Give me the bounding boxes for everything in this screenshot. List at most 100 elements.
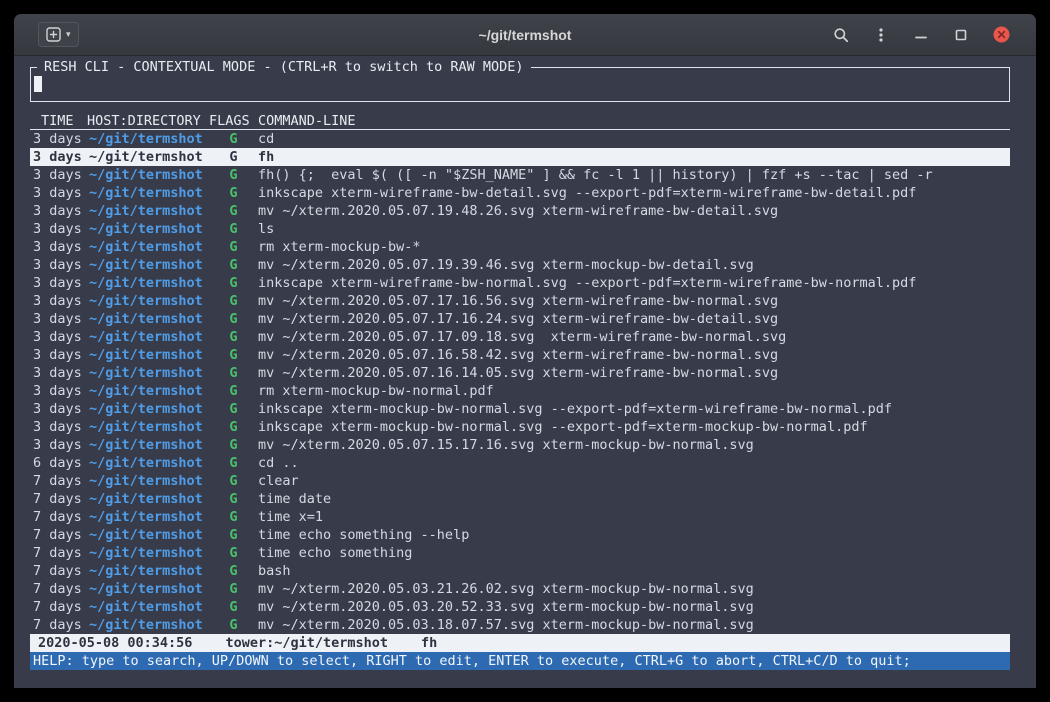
history-host: ~/git/termshot — [87, 490, 209, 508]
history-flags: G — [209, 166, 258, 184]
history-row[interactable]: 7 days~/git/termshotGtime x=1 — [30, 508, 1010, 526]
history-time: 3 days — [30, 292, 87, 310]
history-row[interactable]: 3 days~/git/termshotGinkscape xterm-wire… — [30, 274, 1010, 292]
history-row[interactable]: 3 days~/git/termshotGls — [30, 220, 1010, 238]
new-tab-button[interactable]: ▾ — [38, 22, 79, 47]
history-flags: G — [209, 580, 258, 598]
history-host: ~/git/termshot — [87, 346, 209, 364]
history-host: ~/git/termshot — [87, 580, 209, 598]
history-flags: G — [209, 454, 258, 472]
history-row[interactable]: 3 days~/git/termshotGinkscape xterm-mock… — [30, 400, 1010, 418]
history-flags: G — [209, 364, 258, 382]
status-bar: 2020-05-08 00:34:56tower:~/git/termshotf… — [30, 634, 1010, 652]
history-time: 3 days — [30, 202, 87, 220]
history-cmd: time x=1 — [258, 508, 1010, 526]
history-row[interactable]: 3 days~/git/termshotGcd — [30, 130, 1010, 148]
history-host: ~/git/termshot — [87, 364, 209, 382]
history-cmd: mv ~/xterm.2020.05.03.20.52.33.svg xterm… — [258, 598, 1010, 616]
history-row-selected[interactable]: 3 days~/git/termshotGfh — [30, 148, 1010, 166]
history-row[interactable]: 3 days~/git/termshotGmv ~/xterm.2020.05.… — [30, 292, 1010, 310]
history-time: 7 days — [30, 562, 87, 580]
history-cmd: mv ~/xterm.2020.05.07.15.17.16.svg xterm… — [258, 436, 1010, 454]
history-row[interactable]: 3 days~/git/termshotGfh() {; eval $( ([ … — [30, 166, 1010, 184]
history-row[interactable]: 7 days~/git/termshotGmv ~/xterm.2020.05.… — [30, 580, 1010, 598]
history-host: ~/git/termshot — [87, 274, 209, 292]
history-cmd: mv ~/xterm.2020.05.03.18.07.57.svg xterm… — [258, 616, 1010, 634]
search-input[interactable]: RESH CLI - CONTEXTUAL MODE - (CTRL+R to … — [30, 67, 1010, 102]
history-row[interactable]: 7 days~/git/termshotGmv ~/xterm.2020.05.… — [30, 598, 1010, 616]
history-host: ~/git/termshot — [87, 418, 209, 436]
titlebar[interactable]: ▾ ~/git/termshot — [14, 14, 1036, 56]
history-row[interactable]: 7 days~/git/termshotGbash — [30, 562, 1010, 580]
history-flags: G — [209, 346, 258, 364]
history-cmd: time date — [258, 490, 1010, 508]
history-row[interactable]: 3 days~/git/termshotGmv ~/xterm.2020.05.… — [30, 436, 1010, 454]
text-cursor — [34, 76, 42, 92]
history-flags: G — [209, 274, 258, 292]
history-flags: G — [209, 400, 258, 418]
history-time: 7 days — [30, 580, 87, 598]
history-time: 3 days — [30, 256, 87, 274]
column-header-command-line: COMMAND-LINE — [258, 112, 1010, 130]
history-flags: G — [209, 148, 258, 166]
desktop-background: ▾ ~/git/termshot — [0, 0, 1050, 702]
history-row[interactable]: 7 days~/git/termshotGtime date — [30, 490, 1010, 508]
history-row[interactable]: 3 days~/git/termshotGmv ~/xterm.2020.05.… — [30, 202, 1010, 220]
history-row[interactable]: 6 days~/git/termshotGcd .. — [30, 454, 1010, 472]
minimize-button[interactable] — [913, 27, 929, 43]
history-flags: G — [209, 472, 258, 490]
status-host-path: tower:~/git/termshot — [225, 635, 388, 651]
menu-button[interactable] — [873, 27, 889, 43]
history-time: 3 days — [30, 166, 87, 184]
close-button[interactable] — [993, 26, 1010, 43]
history-row[interactable]: 3 days~/git/termshotGmv ~/xterm.2020.05.… — [30, 310, 1010, 328]
history-row[interactable]: 3 days~/git/termshotGmv ~/xterm.2020.05.… — [30, 328, 1010, 346]
history-cmd: mv ~/xterm.2020.05.07.17.16.24.svg xterm… — [258, 310, 1010, 328]
history-host: ~/git/termshot — [87, 292, 209, 310]
history-host: ~/git/termshot — [87, 382, 209, 400]
history-time: 3 days — [30, 310, 87, 328]
history-list: 3 days~/git/termshotGcd3 days~/git/terms… — [30, 130, 1010, 634]
help-bar: HELP: type to search, UP/DOWN to select,… — [30, 652, 1010, 670]
history-flags: G — [209, 508, 258, 526]
history-row[interactable]: 7 days~/git/termshotGtime echo something… — [30, 526, 1010, 544]
close-icon — [993, 26, 1010, 43]
resh-banner: RESH CLI - CONTEXTUAL MODE - (CTRL+R to … — [37, 58, 531, 76]
search-button[interactable] — [833, 27, 849, 43]
history-flags: G — [209, 328, 258, 346]
history-time: 6 days — [30, 454, 87, 472]
chevron-down-icon: ▾ — [66, 30, 71, 39]
history-host: ~/git/termshot — [87, 526, 209, 544]
history-row[interactable]: 3 days~/git/termshotGmv ~/xterm.2020.05.… — [30, 346, 1010, 364]
history-row[interactable]: 7 days~/git/termshotGmv ~/xterm.2020.05.… — [30, 616, 1010, 634]
history-time: 3 days — [30, 184, 87, 202]
history-row[interactable]: 3 days~/git/termshotGinkscape xterm-mock… — [30, 418, 1010, 436]
history-time: 3 days — [30, 400, 87, 418]
history-time: 3 days — [30, 130, 87, 148]
history-cmd: inkscape xterm-mockup-bw-normal.svg --ex… — [258, 418, 1010, 436]
history-cmd: time echo something — [258, 544, 1010, 562]
history-row[interactable]: 3 days~/git/termshotGrm xterm-mockup-bw-… — [30, 238, 1010, 256]
history-flags: G — [209, 238, 258, 256]
history-row[interactable]: 3 days~/git/termshotGmv ~/xterm.2020.05.… — [30, 364, 1010, 382]
history-time: 3 days — [30, 436, 87, 454]
restore-button[interactable] — [953, 27, 969, 43]
history-time: 7 days — [30, 472, 87, 490]
history-row[interactable]: 7 days~/git/termshotGtime echo something — [30, 544, 1010, 562]
history-host: ~/git/termshot — [87, 436, 209, 454]
history-host: ~/git/termshot — [87, 184, 209, 202]
history-cmd: mv ~/xterm.2020.05.07.16.58.42.svg xterm… — [258, 346, 1010, 364]
history-cmd: clear — [258, 472, 1010, 490]
history-row[interactable]: 3 days~/git/termshotGrm xterm-mockup-bw-… — [30, 382, 1010, 400]
history-cmd: inkscape xterm-mockup-bw-normal.svg --ex… — [258, 400, 1010, 418]
history-row[interactable]: 3 days~/git/termshotGinkscape xterm-wire… — [30, 184, 1010, 202]
history-row[interactable]: 3 days~/git/termshotGmv ~/xterm.2020.05.… — [30, 256, 1010, 274]
status-datetime: 2020-05-08 00:34:56 — [38, 635, 192, 651]
history-cmd: fh() {; eval $( ([ -n "$ZSH_NAME" ] && f… — [258, 166, 1010, 184]
history-row[interactable]: 7 days~/git/termshotGclear — [30, 472, 1010, 490]
history-flags: G — [209, 382, 258, 400]
history-host: ~/git/termshot — [87, 400, 209, 418]
history-host: ~/git/termshot — [87, 220, 209, 238]
history-host: ~/git/termshot — [87, 472, 209, 490]
history-flags: G — [209, 526, 258, 544]
